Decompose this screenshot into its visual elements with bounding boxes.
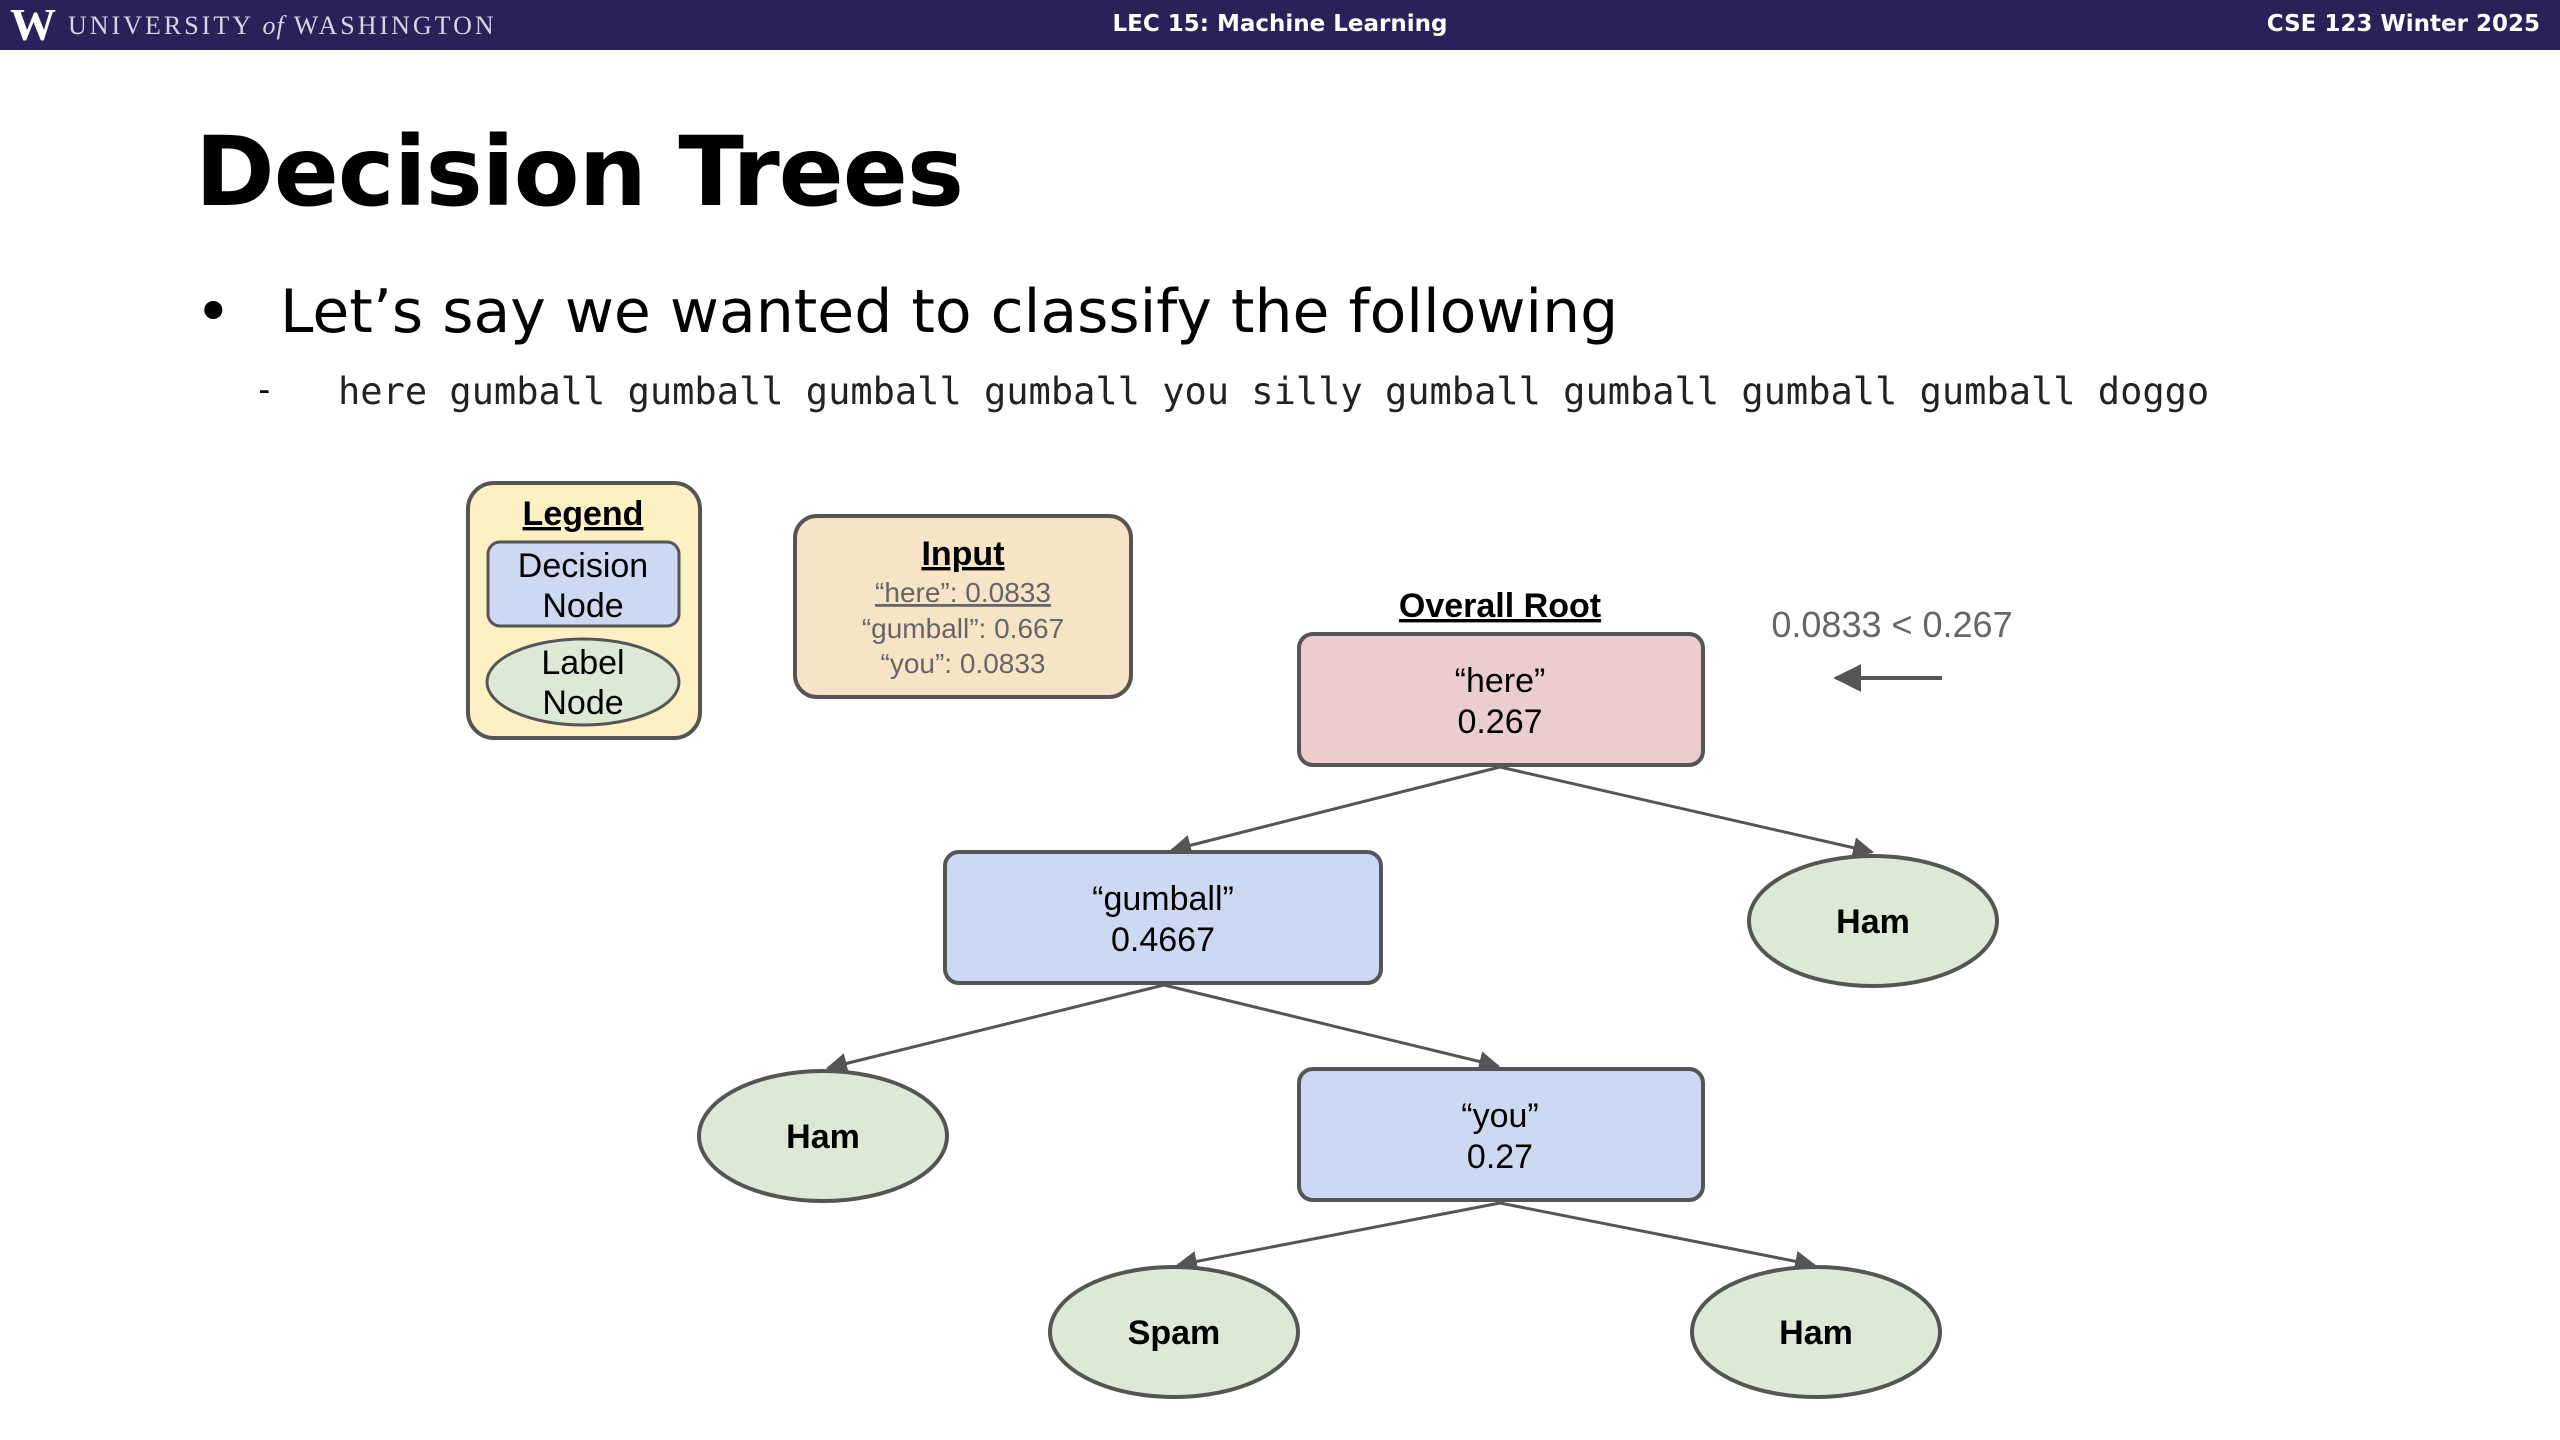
root-threshold: 0.267 xyxy=(1457,703,1542,741)
leaf-label: Spam xyxy=(1128,1314,1221,1352)
edge-root-to-ham xyxy=(1499,765,1875,859)
edge-you-to-spam xyxy=(1175,1201,1501,1272)
you-decision-node: “you” 0.27 xyxy=(1297,1067,1705,1202)
root-feature: “here” xyxy=(1455,662,1546,700)
decision-tree-diagram: Legend Decision Node Label Node Input “h… xyxy=(466,481,2013,1399)
leaf-label: Ham xyxy=(1836,903,1910,941)
overall-root-caption: Overall Root xyxy=(1399,587,1601,625)
you-feature: “you” xyxy=(1461,1097,1538,1135)
leaf-label: Ham xyxy=(786,1118,860,1156)
you-threshold: 0.27 xyxy=(1467,1138,1533,1176)
input-box: Input “here”: 0.0833 “gumball”: 0.667 “y… xyxy=(793,514,1133,699)
label-node-ham-gumball-left: Ham xyxy=(697,1069,949,1203)
legend-label-label-line1: Label xyxy=(541,644,624,682)
input-title: Input xyxy=(921,535,1004,573)
edge-gumball-to-you xyxy=(1163,983,1501,1072)
input-line-gumball: “gumball”: 0.667 xyxy=(862,613,1064,644)
label-node-ham-you-right: Ham xyxy=(1690,1265,1942,1399)
label-node-ham-root-right: Ham xyxy=(1747,854,1999,988)
input-line-you: “you”: 0.0833 xyxy=(881,648,1046,679)
gumball-decision-node: “gumball” 0.4667 xyxy=(943,850,1383,985)
comparison-annotation: 0.0833 < 0.267 xyxy=(1771,604,2012,645)
gumball-threshold: 0.4667 xyxy=(1111,921,1215,959)
legend-decision-label-line1: Decision xyxy=(518,547,648,585)
legend-box: Legend Decision Node Label Node xyxy=(466,481,702,740)
edge-you-to-ham xyxy=(1499,1201,1817,1272)
edge-gumball-to-ham xyxy=(825,983,1165,1074)
input-line-here: “here”: 0.0833 xyxy=(875,577,1051,608)
legend-title: Legend xyxy=(523,495,644,533)
gumball-feature: “gumball” xyxy=(1092,880,1234,918)
root-decision-node: “here” 0.267 xyxy=(1297,632,1705,767)
legend-decision-label-line2: Node xyxy=(542,587,623,625)
leaf-label: Ham xyxy=(1779,1314,1853,1352)
legend-label-label-line2: Node xyxy=(542,684,623,722)
label-node-spam: Spam xyxy=(1048,1265,1300,1399)
edge-root-to-gumball xyxy=(1169,765,1501,856)
